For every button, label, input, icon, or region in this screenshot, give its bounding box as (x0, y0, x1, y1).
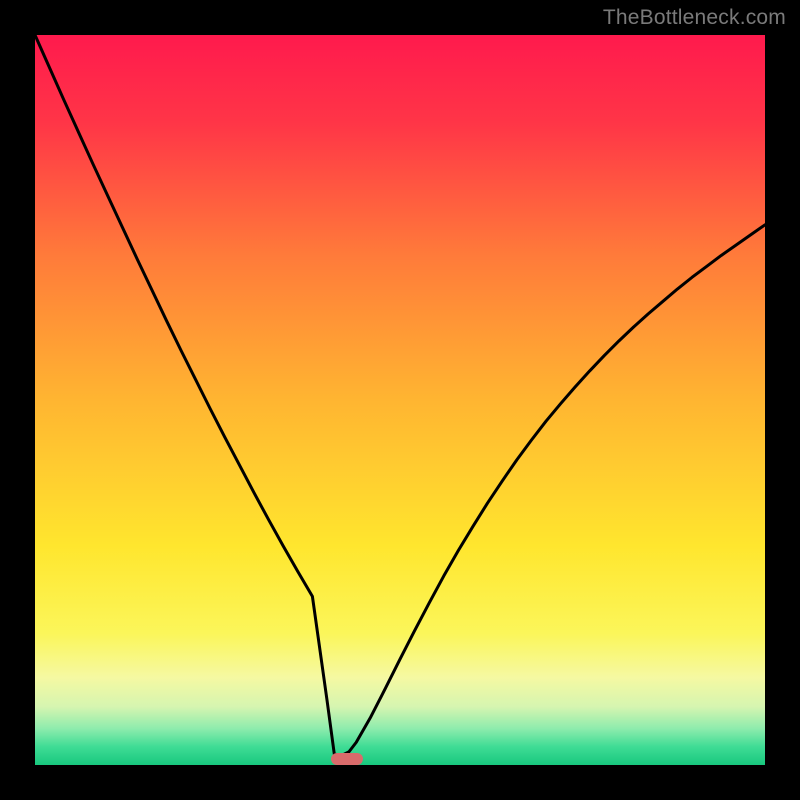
plot-area (35, 35, 765, 765)
bottleneck-marker (331, 753, 364, 765)
outer-frame: TheBottleneck.com (0, 0, 800, 800)
curve-line (35, 35, 765, 765)
watermark-text: TheBottleneck.com (603, 6, 786, 30)
